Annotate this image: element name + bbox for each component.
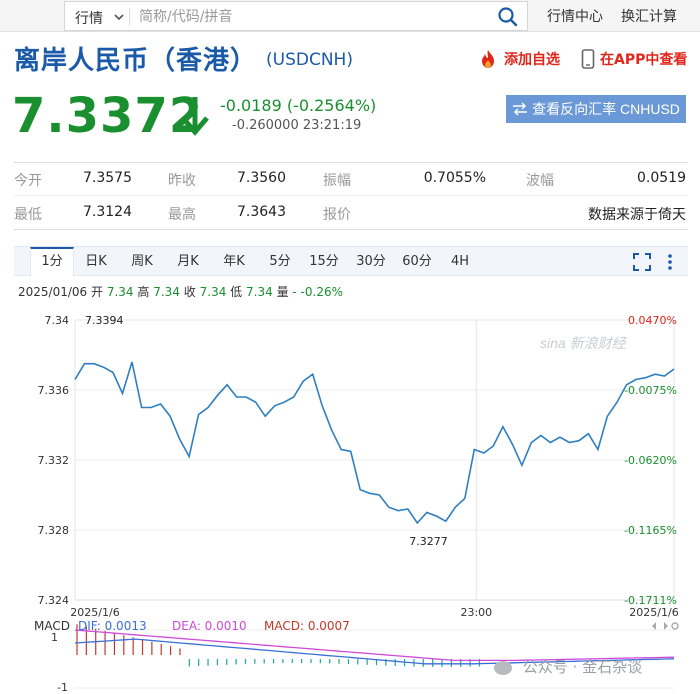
stats-divider — [14, 195, 688, 196]
more-options-icon[interactable] — [664, 252, 676, 272]
search-icon[interactable] — [497, 6, 519, 28]
arrow-down-icon — [181, 97, 209, 136]
ohlc-open-label: 开 — [91, 285, 104, 299]
tab-4h[interactable]: 4H — [444, 247, 476, 276]
x-tick-label: 23:00 — [460, 606, 492, 619]
reverse-rate-label: 查看反向汇率 CNHUSD — [532, 101, 680, 117]
ohlc-high-label: 高 — [137, 285, 150, 299]
ohlc-open: 7.34 — [106, 285, 134, 299]
stat-value-amplitude: 0.7055% — [423, 170, 486, 186]
price-change: -0.0189 (-0.2564%) — [220, 96, 377, 115]
open-in-app-button[interactable]: 在APP中查看 — [580, 49, 687, 69]
ohlc-close: 7.34 — [199, 285, 227, 299]
open-in-app-label: 在APP中查看 — [600, 52, 688, 68]
stats-divider — [14, 229, 688, 230]
symbol-code: (USDCNH) — [266, 50, 353, 70]
flame-icon — [482, 50, 494, 68]
stat-value-low: 7.3124 — [83, 204, 132, 220]
stat-value-open: 7.3575 — [83, 170, 132, 186]
macd-settings-icon[interactable] — [650, 620, 680, 632]
price-subinfo: -0.260000 23:21:19 — [232, 118, 362, 133]
y-tick-label: 7.336 — [38, 384, 70, 397]
ohlc-high: 7.34 — [153, 285, 180, 299]
stat-value-range: 0.0519 — [637, 170, 686, 186]
tab-60min[interactable]: 60分 — [398, 247, 436, 276]
price-line-chart[interactable]: 7.34 7.336 7.332 7.328 7.324 0.0470% -0.0075%… — [0, 300, 700, 694]
macd-dif: DIF: 0.0013 — [78, 619, 147, 633]
account-watermark-text: 公众号 · 金石杂谈 — [522, 658, 643, 676]
search-box: 行情 — [64, 1, 528, 31]
y-tick-label: 7.324 — [38, 594, 70, 607]
fx-calculator-link[interactable]: 换汇计算 — [621, 6, 677, 26]
chart-period-tabs: 1分 日K 周K 月K 年K 5分 15分 30分 60分 4H — [14, 246, 688, 277]
stat-value-high: 7.3643 — [237, 204, 286, 220]
macd-title: MACD — [34, 619, 70, 633]
tab-30min[interactable]: 30分 — [352, 247, 390, 276]
reverse-rate-button[interactable]: 查看反向汇率 CNHUSD — [506, 95, 686, 123]
wechat-icon — [494, 660, 512, 675]
stat-label-range: 波幅 — [526, 173, 554, 189]
ohlc-date: 2025/01/06 — [18, 285, 88, 299]
macd-y-bottom: -1 — [57, 681, 68, 694]
stat-label-low: 最低 — [14, 207, 42, 223]
account-watermark: 公众号 · 金石杂谈 — [494, 656, 642, 677]
current-price: 7.3372 — [12, 88, 204, 144]
stat-value-prev-close: 7.3560 — [237, 170, 286, 186]
ohlc-summary: 2025/01/06 开 7.34 高 7.34 收 7.34 低 7.34 量… — [18, 283, 343, 300]
tab-15min[interactable]: 15分 — [306, 247, 342, 276]
y-right-tick-label: -0.0075% — [624, 384, 677, 397]
sina-watermark: sina 新浪财经 — [540, 335, 628, 351]
stats-divider — [14, 162, 688, 163]
top-bar: 行情 行情中心 换汇计算 — [0, 0, 700, 32]
tab-weekly[interactable]: 周K — [124, 247, 160, 276]
stat-label-amplitude: 振幅 — [323, 173, 351, 189]
market-center-link[interactable]: 行情中心 — [547, 6, 603, 26]
min-price-label: 7.3277 — [409, 535, 448, 548]
y-right-tick-label: 0.0470% — [628, 314, 677, 327]
chevron-down-icon[interactable] — [113, 7, 125, 27]
macd-value: MACD: 0.0007 — [264, 619, 350, 633]
tab-1min[interactable]: 1分 — [30, 247, 74, 277]
add-watchlist-button[interactable]: 添加自选 — [478, 49, 560, 69]
y-tick-label: 7.34 — [45, 314, 70, 327]
tab-daily[interactable]: 日K — [78, 247, 114, 276]
price-series-line — [74, 361, 675, 525]
swap-icon — [513, 102, 528, 116]
page-title: 离岸人民币（香港） — [14, 46, 258, 76]
ohlc-low: 7.34 — [246, 285, 273, 299]
stat-label-quote: 报价 — [323, 207, 351, 223]
search-input[interactable] — [139, 6, 479, 28]
add-watchlist-label: 添加自选 — [504, 52, 560, 68]
tab-yearly[interactable]: 年K — [216, 247, 252, 276]
stat-label-high: 最高 — [168, 207, 196, 223]
y-tick-label: 7.332 — [38, 454, 70, 467]
stat-label-prev-close: 昨收 — [168, 173, 196, 189]
macd-dea: DEA: 0.0010 — [172, 619, 247, 633]
search-divider — [129, 8, 130, 26]
search-type-select[interactable]: 行情 — [75, 8, 103, 28]
y-right-tick-label: -0.1165% — [624, 524, 677, 537]
stat-label-open: 今开 — [14, 173, 42, 189]
stat-value-quote-source: 数据来源于倚天 — [588, 207, 686, 223]
max-price-label: 7.3394 — [85, 314, 124, 327]
y-tick-label: 7.328 — [38, 524, 70, 537]
tab-5min[interactable]: 5分 — [262, 247, 298, 276]
x-tick-label: 2025/1/6 — [70, 606, 119, 619]
fullscreen-icon[interactable] — [632, 252, 652, 272]
tab-monthly[interactable]: 月K — [170, 247, 206, 276]
x-tick-label: 2025/1/6 — [629, 606, 678, 619]
ohlc-change: - -0.26% — [292, 285, 344, 299]
ohlc-close-label: 收 — [183, 285, 196, 299]
phone-icon — [581, 49, 595, 69]
ohlc-low-label: 低 — [230, 285, 243, 299]
y-right-tick-label: -0.0620% — [624, 454, 677, 467]
ohlc-volume-label: 量 — [276, 285, 289, 299]
